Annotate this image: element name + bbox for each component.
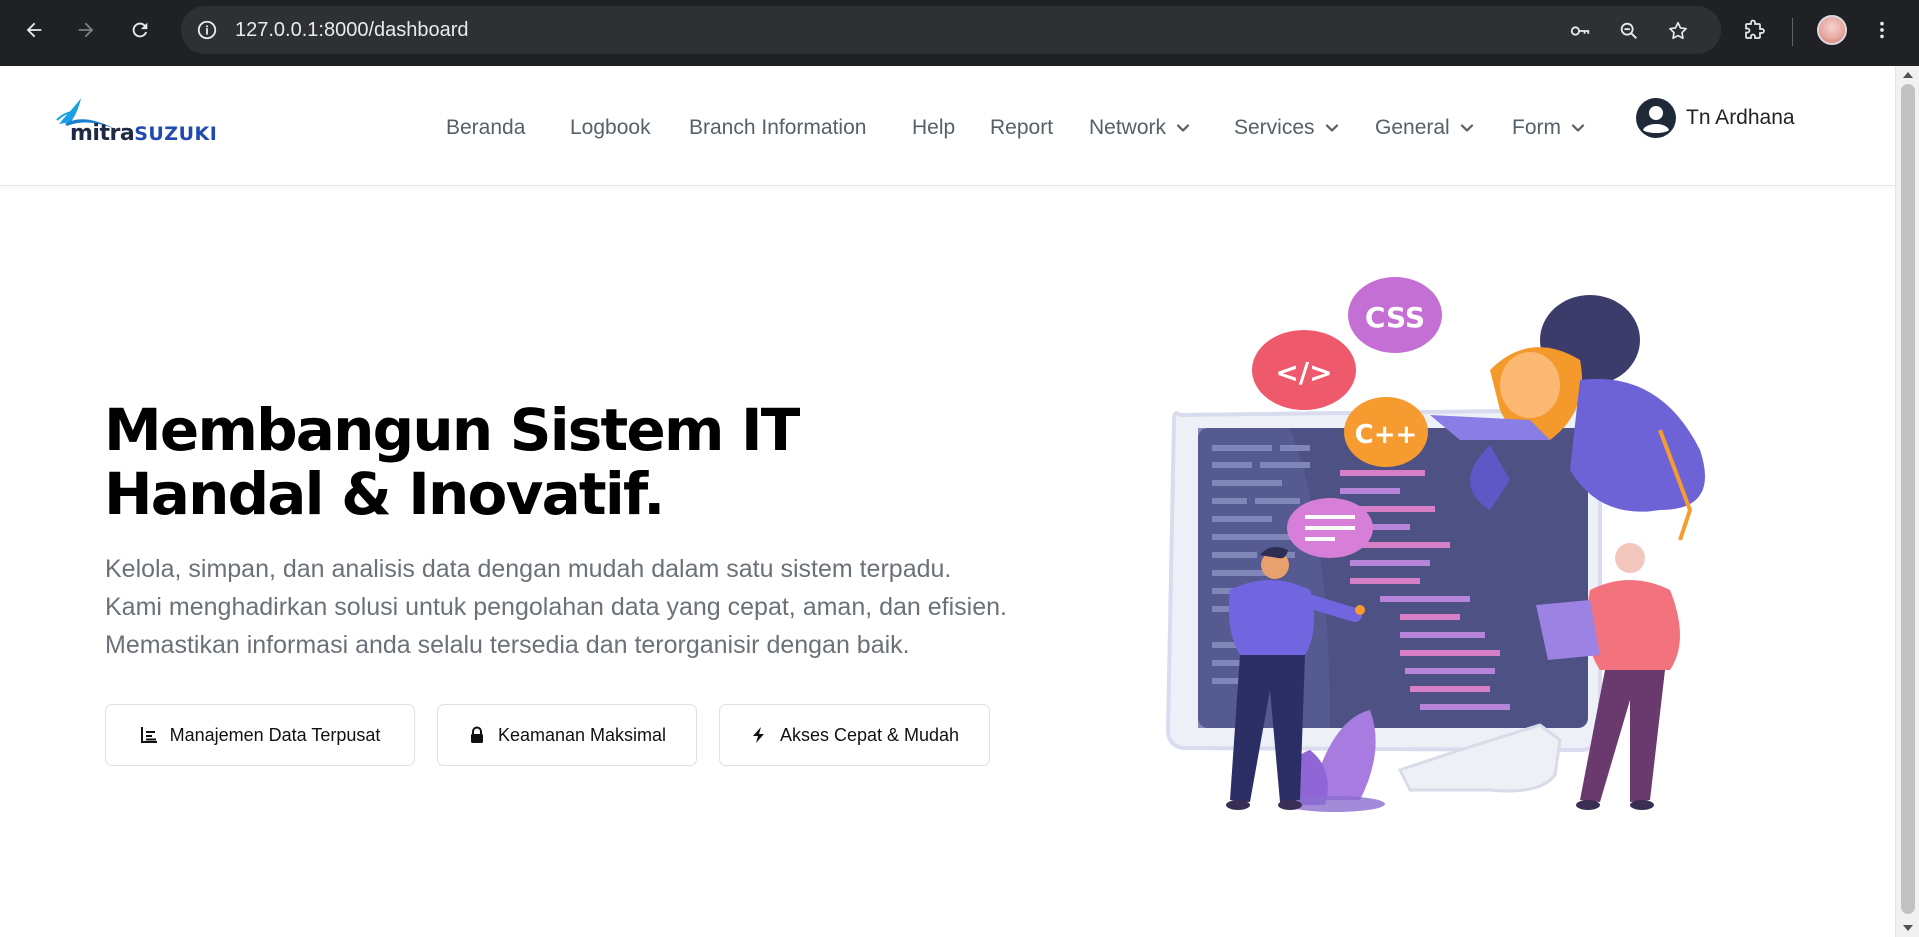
nav-logbook[interactable]: Logbook [570, 113, 651, 143]
back-button[interactable] [14, 10, 54, 50]
back-arrow-icon [26, 22, 42, 38]
nav-services-dropdown[interactable]: Services [1234, 113, 1339, 143]
feature-label-security: Keamanan Maksimal [497, 724, 667, 745]
extensions-button[interactable] [1734, 10, 1774, 50]
nav-help-label: Help [912, 116, 956, 139]
nav-form-dropdown[interactable]: Form [1512, 113, 1585, 143]
brand-name-suzuki: SUZUKI [134, 123, 218, 145]
user-name: Tn Ardhana [1686, 106, 1795, 129]
feature-label-fast-access: Akses Cepat & Mudah [779, 724, 960, 745]
address-bar[interactable]: 127.0.0.1:8000/dashboard [181, 6, 1721, 54]
zoom-icon[interactable] [1616, 18, 1642, 44]
password-key-icon[interactable] [1567, 18, 1593, 44]
nav-branch-information[interactable]: Branch Information [689, 113, 866, 143]
toolbar-divider [1792, 18, 1793, 46]
nav-report-label: Report [990, 116, 1054, 139]
scroll-down-arrow-icon[interactable] [1903, 925, 1913, 931]
reload-icon [132, 22, 148, 38]
nav-general-label: General [1375, 116, 1450, 139]
nav-services-label: Services [1234, 116, 1315, 139]
user-circle-icon [1636, 98, 1676, 138]
browser-toolbar: 127.0.0.1:8000/dashboard [0, 0, 1919, 66]
scroll-thumb[interactable] [1901, 84, 1915, 914]
nav-general-dropdown[interactable]: General [1375, 113, 1474, 143]
nav-branch-information-label: Branch Information [689, 116, 867, 139]
developers-illustration: CSS </> C++ [1165, 277, 1705, 812]
chevron-down-icon [1325, 124, 1338, 132]
feature-button-data-management[interactable]: Manajemen Data Terpusat [105, 704, 415, 766]
forward-arrow-icon [78, 22, 94, 38]
nav-network-dropdown[interactable]: Network [1089, 113, 1190, 143]
nav-network-label: Network [1089, 116, 1167, 139]
profile-avatar [1817, 15, 1847, 45]
hero-title-line-1: Membangun Sistem IT [104, 396, 800, 464]
nav-beranda-label: Beranda [446, 116, 526, 139]
page-scrollbar[interactable] [1895, 66, 1919, 937]
browser-menu-button[interactable] [1867, 10, 1897, 50]
kebab-menu-icon [1880, 21, 1884, 39]
chevron-down-icon [1460, 124, 1473, 132]
brand-logo[interactable]: mitraSUZUKI [55, 96, 255, 156]
hero-title: Membangun Sistem IT Handal & Inovatif. [104, 398, 904, 526]
code-bubble-text: </> [1275, 356, 1332, 389]
puzzle-icon [1745, 19, 1765, 39]
feature-button-fast-access[interactable]: Akses Cepat & Mudah [719, 704, 990, 766]
cpp-bubble-text: C++ [1355, 420, 1418, 450]
woman-right-body [1586, 580, 1680, 670]
hero-description: Kelola, simpan, dan analisis data dengan… [105, 555, 1007, 659]
nav-beranda[interactable]: Beranda [446, 113, 525, 143]
hero-title-line-2: Handal & Inovatif. [104, 460, 665, 528]
css-bubble-text: CSS [1365, 301, 1425, 334]
chevron-down-icon [1571, 124, 1585, 132]
feature-label-data-management: Manajemen Data Terpusat [169, 724, 381, 745]
reload-button[interactable] [120, 10, 160, 50]
brand-name-mitra: mitra [70, 121, 135, 146]
chevron-down-icon [1176, 124, 1190, 132]
scroll-up-arrow-icon[interactable] [1903, 72, 1913, 78]
user-menu[interactable]: Tn Ardhana [1636, 98, 1795, 138]
site-info-icon[interactable] [195, 18, 219, 42]
lock-icon [470, 726, 483, 743]
forward-button[interactable] [66, 10, 106, 50]
nav-logbook-label: Logbook [570, 116, 651, 139]
bolt-icon [752, 727, 764, 743]
chart-icon [140, 727, 157, 743]
man-body [1228, 580, 1314, 655]
nav-report[interactable]: Report [990, 113, 1053, 143]
url-text[interactable]: 127.0.0.1:8000/dashboard [235, 6, 469, 54]
profile-button[interactable] [1812, 10, 1852, 50]
feature-button-security[interactable]: Keamanan Maksimal [437, 704, 697, 766]
nav-help[interactable]: Help [912, 113, 955, 143]
nav-form-label: Form [1512, 116, 1561, 139]
bookmark-star-icon[interactable] [1665, 18, 1691, 44]
